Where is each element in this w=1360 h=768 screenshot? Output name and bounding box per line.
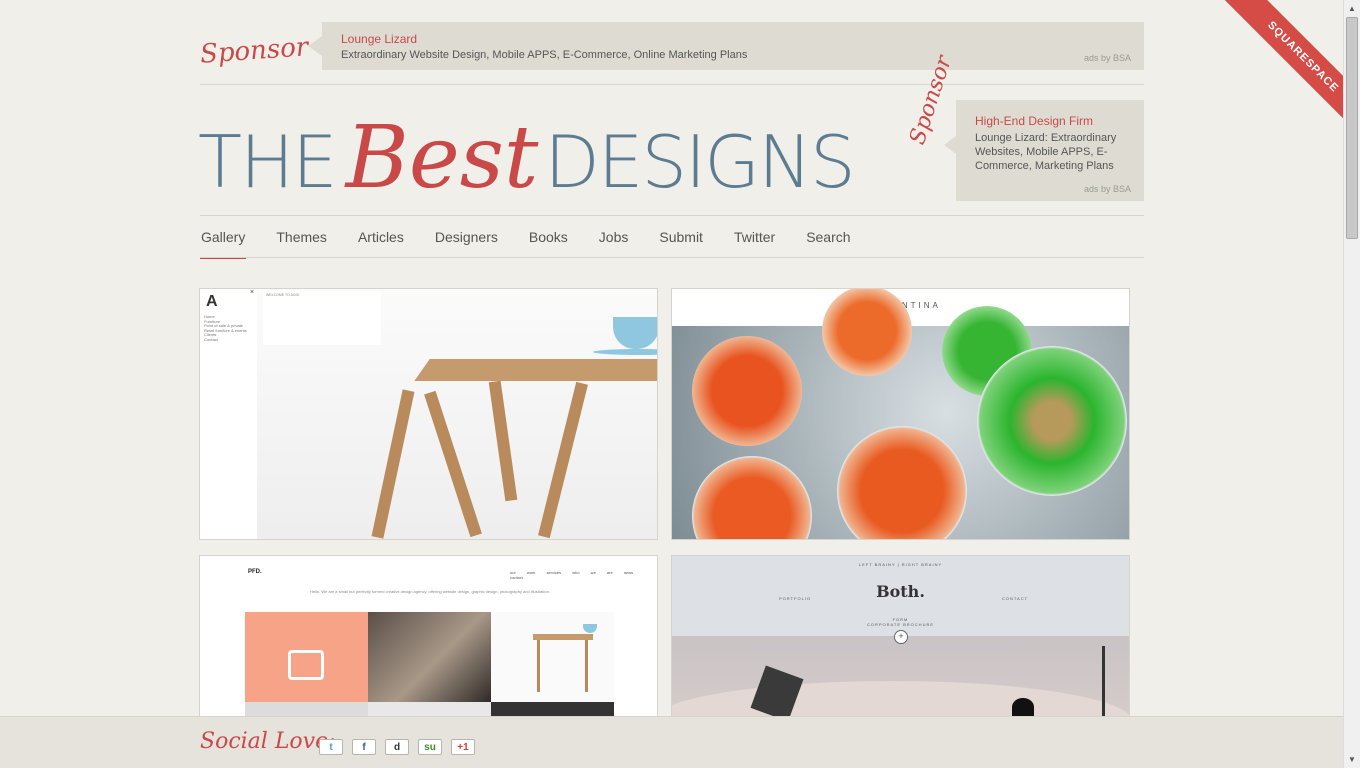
nav-submit[interactable]: Submit [658,229,704,259]
sponsor-label-top: Sponsor [199,32,310,70]
divider-top [200,84,1144,85]
expand-icon[interactable]: + [894,630,908,644]
thumb-logo: PFD. [248,569,262,575]
logo-the: THE [198,120,338,204]
glass-shape [837,426,967,539]
site-logo[interactable]: THE BestDESIGNS [198,108,856,208]
right-ad-banner[interactable]: High-End Design Firm Lounge Lizard: Extr… [944,100,1144,201]
thumb-logo: A [206,293,218,310]
gallery-item-aggi[interactable]: A × Home Furniture Point of sale & priva… [199,288,658,540]
main-nav: Gallery Themes Articles Designers Books … [200,229,881,259]
scrollbar-thumb[interactable] [1346,17,1358,239]
digg-icon[interactable]: d [385,739,409,755]
gallery-item-pfd[interactable]: PFD. our work services who we are news c… [199,555,658,727]
nav-themes[interactable]: Themes [275,229,328,259]
camera-icon [288,650,324,680]
glass-shape [692,336,802,446]
divider-nav-bottom [200,257,1144,258]
thumb-header: LEFT BRAINY | RIGHT BRAINY Both. PORTFOL… [672,556,1129,636]
top-ad-banner[interactable]: Lounge Lizard Extraordinary Website Desi… [308,22,1144,70]
table-tile [491,612,614,702]
gallery-item-both[interactable]: LEFT BRAINY | RIGHT BRAINY Both. PORTFOL… [671,555,1130,727]
nav-twitter[interactable]: Twitter [733,229,776,259]
top-ad-description: Extraordinary Website Design, Mobile APP… [341,49,748,61]
logo-designs: DESIGNS [544,120,855,204]
logo-best: Best [345,108,539,208]
illustration-scene [672,636,1129,726]
ribbon-label[interactable]: SQUARESPACE [1211,0,1343,143]
google-plus-icon[interactable]: +1 [451,739,475,755]
thumb-nav: our work services who we are news contac… [510,570,634,580]
tree-shape [1102,646,1105,716]
thumb-nav-contact: CONTACT [1002,596,1029,601]
ads-by-bsa-top[interactable]: ads by BSA [1084,53,1131,63]
thumb-subtitle: FORM CORPORATE BROCHURE [866,617,935,627]
saucer-shape [593,349,657,355]
glass-shape [822,289,912,376]
right-ad-description: Lounge Lizard: Extraordinary Websites, M… [975,132,1117,172]
stumbleupon-icon[interactable]: su [418,739,442,755]
nav-articles[interactable]: Articles [357,229,405,259]
table-leg [371,389,415,539]
glass-shape [692,456,812,539]
table-top-shape [414,359,657,381]
squarespace-ribbon[interactable]: SQUARESPACE [1200,0,1343,143]
nav-books[interactable]: Books [528,229,569,259]
camera-tile [245,612,368,702]
vertical-scrollbar[interactable]: ▲ ▼ [1343,0,1360,768]
thumb-menu: Home Furniture Point of sale & private R… [204,314,247,342]
nav-designers[interactable]: Designers [434,229,499,259]
table-leg [488,380,518,502]
page: Sponsor Lounge Lizard Extraordinary Webs… [0,0,1343,768]
table-leg [585,640,588,692]
scroll-down-icon[interactable]: ▼ [1344,751,1360,768]
social-bar: Social Love: t f d su +1 [0,716,1343,768]
nav-jobs[interactable]: Jobs [598,229,630,259]
close-icon: × [250,289,255,296]
cup-shape [583,624,597,633]
table-leg [538,381,588,539]
thumb-tagline: Hello. We are a small but perfectly form… [310,589,550,594]
ads-by-bsa-right[interactable]: ads by BSA [1084,184,1131,194]
table-top-shape [533,634,593,640]
thumb-nav-portfolio: PORTFOLIO [779,596,812,601]
divider-nav-top [200,215,1144,216]
twitter-icon[interactable]: t [319,739,343,755]
thumb-tagline: LEFT BRAINY | RIGHT BRAINY [858,562,943,567]
thumb-intro-text: WELCOME TO AGGI [263,291,381,345]
facebook-icon[interactable]: f [352,739,376,755]
table-leg [537,640,540,692]
nav-search[interactable]: Search [805,229,851,259]
chairs-tile [368,612,491,702]
social-label: Social Love: [200,729,336,754]
right-ad-title[interactable]: High-End Design Firm [975,114,1093,128]
food-photo [672,289,1129,539]
top-ad-title[interactable]: Lounge Lizard [341,32,417,46]
glass-shape [977,346,1127,496]
nav-gallery[interactable]: Gallery [200,229,247,259]
scroll-up-icon[interactable]: ▲ [1344,0,1360,17]
table-leg [424,390,482,538]
cup-shape [613,317,657,349]
thumb-sidebar: A × Home Furniture Point of sale & priva… [200,289,257,539]
gallery-item-florentina[interactable]: FLORENTINA [671,288,1130,540]
figure-shape [1012,698,1034,716]
thumb-logo: Both. [876,582,925,601]
